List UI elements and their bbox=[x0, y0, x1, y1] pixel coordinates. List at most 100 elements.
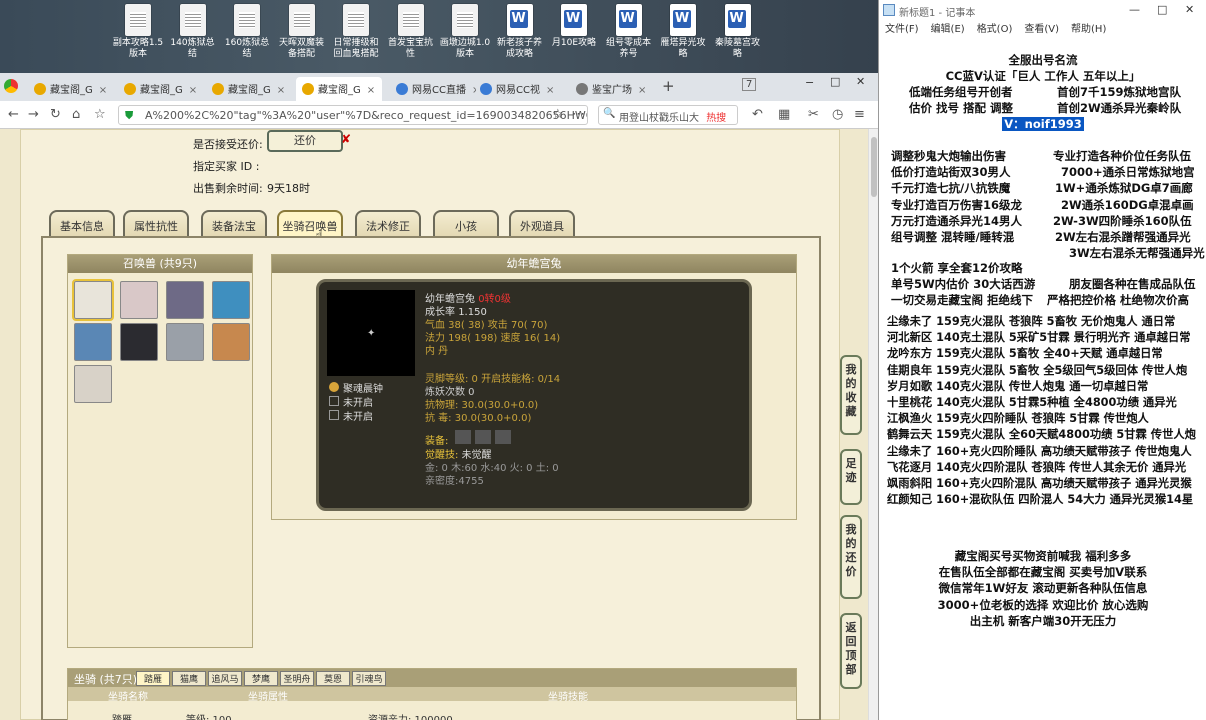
side-button[interactable]: 足迹 bbox=[840, 449, 862, 505]
undo-icon[interactable]: ↶ bbox=[752, 107, 763, 122]
home-icon[interactable]: ⌂ bbox=[72, 107, 80, 122]
side-button[interactable]: 我的还价 bbox=[840, 515, 862, 599]
pet-thumbnail[interactable] bbox=[74, 323, 112, 361]
desktop-icon[interactable]: 秦陵墓宫攻略 bbox=[712, 4, 764, 60]
pet-thumbnail[interactable] bbox=[166, 323, 204, 361]
new-tab-button[interactable]: + bbox=[662, 77, 675, 95]
back-icon[interactable]: ← bbox=[8, 107, 19, 122]
notepad-line: 龙吟东方 159克火混队 5畜牧 全40+天赋 通卓越日常 bbox=[887, 347, 1163, 361]
game-tab[interactable]: 属性抗性 bbox=[123, 210, 189, 238]
browser-tab[interactable]: 网易CC视 × bbox=[474, 77, 560, 101]
tab-close-icon[interactable]: × bbox=[189, 85, 197, 96]
scrollbar[interactable] bbox=[868, 129, 878, 720]
mount-tab[interactable]: 莫恩 bbox=[316, 671, 350, 686]
desktop-icon[interactable]: 雁塔异光攻略 bbox=[657, 4, 709, 60]
desktop-icon[interactable]: 日常捶级和回血鬼搭配 bbox=[330, 4, 382, 60]
tab-label: 藏宝阁_G bbox=[50, 85, 93, 96]
close-icon[interactable]: ✕ bbox=[856, 75, 865, 88]
reload-icon[interactable]: ↻ bbox=[50, 107, 61, 122]
mount-tab[interactable]: 梦鹰 bbox=[244, 671, 278, 686]
desktop-icon[interactable]: 画墩边城1.0版本 bbox=[439, 4, 491, 60]
desktop-icon-label: 雁塔异光攻略 bbox=[660, 38, 706, 59]
pet-thumbnail[interactable] bbox=[212, 281, 250, 319]
browser-tab[interactable]: 藏宝阁_G × bbox=[296, 77, 382, 101]
close-icon[interactable]: ✕ bbox=[1185, 3, 1194, 16]
notepad-menu-item[interactable]: 查看(V) bbox=[1024, 24, 1059, 35]
desktop-icon[interactable]: 组号零成本养号 bbox=[603, 4, 655, 60]
pet-thumbnail[interactable] bbox=[120, 323, 158, 361]
game-tab[interactable]: 法术修正 bbox=[355, 210, 421, 238]
forward-icon[interactable]: → bbox=[28, 107, 39, 122]
pet-thumbnail[interactable] bbox=[166, 281, 204, 319]
pet-thumbnail[interactable] bbox=[74, 365, 112, 403]
notepad-menu-item[interactable]: 格式(O) bbox=[977, 24, 1013, 35]
scrollbar-thumb[interactable] bbox=[871, 137, 877, 197]
notepad-line: 江枫渔火 159克火四阶睡队 苍狼阵 5甘霖 传世炮人 bbox=[887, 412, 1149, 426]
more-icon[interactable]: ⋯ bbox=[572, 107, 585, 122]
word-document-icon bbox=[561, 4, 587, 36]
skill-bell-icon[interactable] bbox=[329, 382, 339, 392]
browser-tab[interactable]: 鉴宝广场 × bbox=[570, 77, 646, 101]
game-tab[interactable]: 外观道具 bbox=[509, 210, 575, 238]
equip-slot[interactable] bbox=[475, 430, 491, 444]
tab-label: 网易CC视 bbox=[496, 85, 540, 96]
browser-logo-icon[interactable] bbox=[4, 79, 18, 93]
minimize-icon[interactable]: − bbox=[805, 76, 814, 89]
notepad-menu-item[interactable]: 帮助(H) bbox=[1071, 24, 1106, 35]
tab-favicon-icon bbox=[302, 83, 314, 95]
bargain-button[interactable]: 还价 bbox=[267, 130, 343, 152]
tab-close-icon[interactable]: × bbox=[546, 85, 554, 96]
grid-icon[interactable]: ▦ bbox=[778, 107, 790, 122]
favorite-icon[interactable]: ☆ bbox=[94, 107, 106, 122]
tab-close-icon[interactable]: × bbox=[99, 85, 107, 96]
notepad-text-area[interactable]: 全服出号名流 CC蓝V认证「巨人 工作人 五年以上」 低端任务组号开创者 首创7千15… bbox=[879, 48, 1206, 720]
history-icon[interactable]: ◷ bbox=[832, 107, 843, 122]
menu-icon[interactable]: ≡ bbox=[854, 107, 865, 122]
pet-thumbnail[interactable] bbox=[212, 323, 250, 361]
url-input[interactable]: ⛊ A%200%2C%20"tag"%3A%20"user"%7D&reco_r… bbox=[118, 105, 588, 125]
tab-close-icon[interactable]: × bbox=[277, 85, 285, 96]
search-input[interactable]: 🔍 用登山杖戳乐山大 热搜 bbox=[598, 105, 738, 125]
browser-tab[interactable]: 藏宝阁_G × bbox=[118, 77, 204, 101]
game-tab[interactable]: 坐骑召唤兽 bbox=[277, 210, 343, 238]
mount-tab[interactable]: 引魂鸟 bbox=[352, 671, 386, 686]
notepad-line: 尘缘未了 159克火混队 苍狼阵 5畜牧 无价炮鬼人 通日常 bbox=[887, 315, 1176, 328]
desktop-icon[interactable]: 160炼狱总结 bbox=[221, 4, 273, 60]
mount-tab[interactable]: 踏雁 bbox=[136, 671, 170, 686]
desktop-icon[interactable]: 天晖双魔装备搭配 bbox=[276, 4, 328, 60]
mount-tab[interactable]: 猫鹰 bbox=[172, 671, 206, 686]
scissors-icon[interactable]: ✂ bbox=[808, 107, 819, 122]
desktop-icon[interactable]: 月10E攻略 bbox=[548, 4, 600, 49]
mount-name: 踏雁 bbox=[112, 711, 132, 720]
equip-slot[interactable] bbox=[455, 430, 471, 444]
mount-tab[interactable]: 圣明舟 bbox=[280, 671, 314, 686]
notepad-line: 低端任务组号开创者 bbox=[909, 85, 1013, 99]
vx-line: V：noif1993 bbox=[879, 116, 1206, 132]
browser-tab[interactable]: 网易CC直播× bbox=[390, 77, 476, 101]
maximize-icon[interactable]: □ bbox=[830, 75, 840, 88]
tab-close-icon[interactable]: × bbox=[638, 85, 646, 96]
desktop-icon[interactable]: 140炼狱总结 bbox=[167, 4, 219, 60]
desktop-icon[interactable]: 首发宝宝抗性 bbox=[385, 4, 437, 60]
desktop-icon[interactable]: 副本攻略1.5版本 bbox=[112, 4, 164, 60]
pet-thumbnail[interactable] bbox=[120, 281, 158, 319]
pet-thumbnail[interactable] bbox=[72, 279, 114, 321]
notepad-menu-item[interactable]: 编辑(E) bbox=[931, 24, 965, 35]
game-tab[interactable]: 基本信息 bbox=[49, 210, 115, 238]
equip-slot[interactable] bbox=[495, 430, 511, 444]
game-tab[interactable]: 装备法宝 bbox=[201, 210, 267, 238]
game-tab[interactable]: 小孩 bbox=[433, 210, 499, 238]
pet-detail-header: 幼年蟾宫兔 bbox=[272, 255, 796, 273]
browser-tab[interactable]: 藏宝阁_G × bbox=[206, 77, 292, 101]
browser-tab[interactable]: 藏宝阁_G × bbox=[28, 77, 114, 101]
side-button[interactable]: 我的收藏 bbox=[840, 355, 862, 435]
tab-count-badge[interactable]: 7 bbox=[742, 78, 757, 91]
notepad-menu-item[interactable]: 文件(F) bbox=[885, 24, 919, 35]
minimize-icon[interactable]: — bbox=[1129, 3, 1140, 16]
maximize-icon[interactable]: □ bbox=[1157, 3, 1167, 16]
bookmark-star-icon[interactable]: ☆ bbox=[552, 107, 564, 122]
desktop-icon[interactable]: 新老孩子养成攻略 bbox=[494, 4, 546, 60]
mount-tab[interactable]: 追风马 bbox=[208, 671, 242, 686]
tab-close-icon[interactable]: × bbox=[367, 85, 375, 96]
side-button[interactable]: 返回顶部 bbox=[840, 613, 862, 689]
